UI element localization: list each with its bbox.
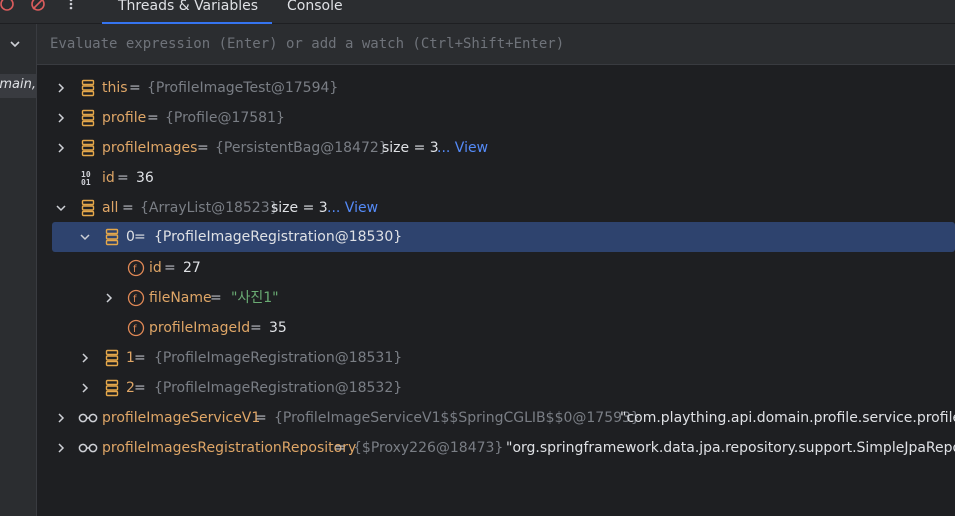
var-value: 27 [183, 260, 201, 276]
var-name: id [149, 260, 162, 276]
tree-row-item-1[interactable]: 1 = {ProfileImageRegistration@18531} [52, 343, 955, 373]
object-icon [103, 222, 121, 252]
expand-arrow-icon[interactable] [54, 403, 68, 433]
equals-sign: = [250, 320, 262, 336]
var-name: profileImagesRegistrationRepository [102, 440, 357, 456]
svg-text:f: f [133, 294, 137, 305]
var-value: "사진1" [231, 290, 279, 306]
more-icon[interactable] [61, 0, 81, 14]
var-name: profileImageId [149, 320, 251, 336]
object-icon [79, 73, 97, 103]
expand-arrow-icon[interactable] [54, 73, 68, 103]
expand-arrow-icon[interactable] [54, 133, 68, 163]
equals-sign: = [117, 170, 129, 186]
selected-frame[interactable]: main, [0, 74, 37, 98]
primitive-icon: 10 01 [79, 163, 97, 193]
tree-row-this[interactable]: this = {ProfileImageTest@17594} [52, 73, 955, 103]
collection-size: size = 3 [271, 200, 328, 216]
equals-sign: = [122, 200, 134, 216]
equals-sign: = [134, 380, 146, 396]
var-ref: {ProfileImageRegistration@18530} [154, 229, 403, 245]
object-icon [79, 193, 97, 223]
expand-arrow-icon[interactable] [54, 103, 68, 133]
tree-row-profileImages[interactable]: profileImages = {PersistentBag@18472} si… [52, 133, 955, 163]
equals-sign: = [129, 80, 141, 96]
watch-glasses-icon [78, 433, 98, 463]
selected-frame-label: main, [0, 77, 36, 92]
equals-sign: = [164, 260, 176, 276]
tree-row-item-0[interactable]: 0 = {ProfileImageRegistration@18530} [52, 222, 955, 252]
mute-breakpoints-icon[interactable] [28, 0, 48, 14]
equals-sign: = [210, 290, 222, 306]
field-icon: f [127, 283, 145, 313]
expand-arrow-icon[interactable] [78, 343, 92, 373]
collection-size: size = 3 [382, 140, 439, 156]
object-icon [103, 343, 121, 373]
evaluate-expression-input[interactable] [37, 24, 955, 64]
view-link[interactable]: ... View [437, 133, 488, 163]
tool-window-header: Threads & Variables Console [0, 0, 955, 24]
equals-sign: = [134, 229, 146, 245]
collapse-arrow-icon[interactable] [78, 222, 92, 252]
tree-row-field-profileImageId[interactable]: f profileImageId = 35 [52, 313, 955, 343]
var-ref: {ArrayList@18523} [140, 200, 279, 216]
var-value: "org.springframework.data.jpa.repository… [506, 440, 955, 456]
tab-console[interactable]: Console [287, 0, 343, 18]
var-ref: {$Proxy226@18473} [353, 440, 504, 456]
tree-row-field-fileName[interactable]: f fileName = "사진1" [52, 283, 955, 313]
equals-sign: = [255, 410, 267, 426]
var-name: this [102, 80, 128, 96]
var-ref: {ProfileImageRegistration@18532} [154, 380, 403, 396]
tree-row-all[interactable]: all = {ArrayList@18523} size = 3 ... Vie… [52, 193, 955, 223]
var-ref: {Profile@17581} [165, 110, 285, 126]
frames-panel: main, [0, 24, 37, 516]
var-value: 35 [269, 320, 287, 336]
var-name: profileImageServiceV1 [102, 410, 261, 426]
tree-row-profile[interactable]: profile = {Profile@17581} [52, 103, 955, 133]
var-ref: {ProfileImageServiceV1$$SpringCGLIB$$0@1… [274, 410, 640, 426]
variables-tree: this = {ProfileImageTest@17594} profile … [37, 65, 955, 516]
tree-row-profileImageServiceV1[interactable]: profileImageServiceV1 = {ProfileImageSer… [52, 403, 955, 433]
chevron-down-icon[interactable] [8, 37, 22, 51]
svg-text:f: f [133, 264, 137, 275]
object-icon [103, 373, 121, 403]
expand-arrow-icon[interactable] [78, 373, 92, 403]
var-name: profile [102, 110, 147, 126]
tab-threads-variables[interactable]: Threads & Variables [102, 0, 272, 24]
object-icon [79, 103, 97, 133]
tree-row-profileImagesRegistrationRepository[interactable]: profileImagesRegistrationRepository = {$… [52, 433, 955, 463]
rerun-icon[interactable] [0, 0, 17, 14]
field-icon: f [127, 253, 145, 283]
evaluate-bar [37, 24, 955, 65]
equals-sign: = [197, 140, 209, 156]
svg-text:f: f [133, 324, 137, 335]
svg-text:01: 01 [81, 178, 91, 187]
var-name: fileName [149, 290, 212, 306]
tree-row-item-2[interactable]: 2 = {ProfileImageRegistration@18532} [52, 373, 955, 403]
object-icon [79, 133, 97, 163]
var-name: all [102, 200, 119, 216]
var-name: id [102, 170, 115, 186]
expand-arrow-icon[interactable] [54, 433, 68, 463]
view-link[interactable]: ... View [327, 193, 378, 223]
var-value: "com.plaything.api.domain.profile.servic… [620, 410, 955, 426]
field-icon: f [127, 313, 145, 343]
var-value: 36 [136, 170, 154, 186]
watch-glasses-icon [78, 403, 98, 433]
equals-sign: = [134, 350, 146, 366]
equals-sign: = [334, 440, 346, 456]
collapse-arrow-icon[interactable] [54, 193, 68, 223]
var-ref: {ProfileImageRegistration@18531} [154, 350, 403, 366]
expand-arrow-icon[interactable] [102, 283, 116, 313]
var-ref: {ProfileImageTest@17594} [147, 80, 339, 96]
tree-row-id[interactable]: 10 01 id = 36 [52, 163, 955, 193]
tree-row-field-id[interactable]: f id = 27 [52, 253, 955, 283]
equals-sign: = [147, 110, 159, 126]
var-ref: {PersistentBag@18472} [215, 140, 388, 156]
var-name: profileImages [102, 140, 198, 156]
